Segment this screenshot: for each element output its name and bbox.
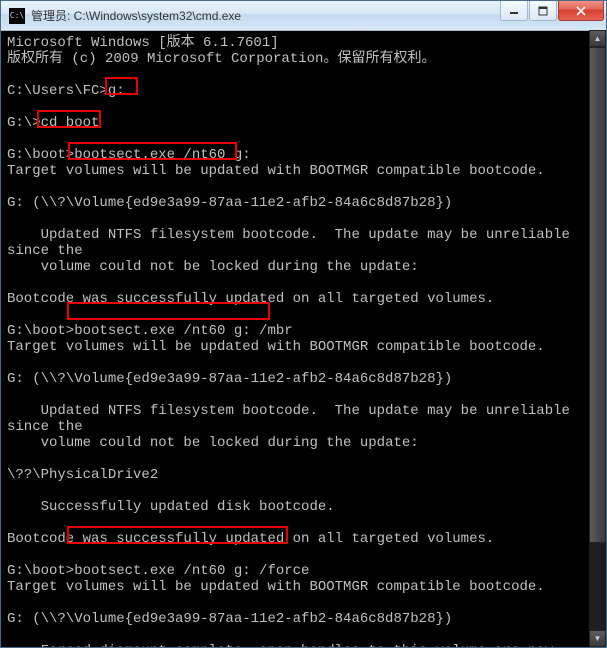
- terminal-line: Target volumes will be updated with BOOT…: [7, 579, 606, 595]
- minimize-button[interactable]: [500, 1, 528, 21]
- terminal-line: [7, 515, 606, 531]
- terminal-line: [7, 67, 606, 83]
- terminal-line: [7, 387, 606, 403]
- terminal-line: Successfully updated disk bootcode.: [7, 499, 606, 515]
- terminal-line: [7, 131, 606, 147]
- terminal-line: G: (\\?\Volume{ed9e3a99-87aa-11e2-afb2-8…: [7, 371, 606, 387]
- titlebar[interactable]: C:\ 管理员: C:\Windows\system32\cmd.exe: [1, 1, 606, 31]
- vertical-scrollbar[interactable]: ▲ ▼: [589, 30, 606, 647]
- scroll-thumb[interactable]: [589, 47, 606, 543]
- terminal-line: Updated NTFS filesystem bootcode. The up…: [7, 227, 606, 259]
- terminal-line: [7, 211, 606, 227]
- terminal-line: C:\Users\FC>g:: [7, 83, 606, 99]
- terminal-line: G:\boot>bootsect.exe /nt60 g: /force: [7, 563, 606, 579]
- terminal-line: [7, 627, 606, 643]
- close-button[interactable]: [558, 1, 604, 21]
- terminal-line: Target volumes will be updated with BOOT…: [7, 339, 606, 355]
- window-title: 管理员: C:\Windows\system32\cmd.exe: [31, 7, 499, 24]
- terminal-output[interactable]: Microsoft Windows [版本 6.1.7601]版权所有 (c) …: [1, 31, 606, 647]
- scroll-up-button[interactable]: ▲: [589, 30, 606, 47]
- window-controls: [499, 1, 604, 21]
- terminal-line: Forced dismount complete, open handles t…: [7, 643, 606, 647]
- scroll-track[interactable]: [589, 47, 606, 630]
- terminal-line: G: (\\?\Volume{ed9e3a99-87aa-11e2-afb2-8…: [7, 611, 606, 627]
- terminal-line: [7, 355, 606, 371]
- terminal-line: [7, 307, 606, 323]
- terminal-line: [7, 275, 606, 291]
- terminal-line: \??\PhysicalDrive2: [7, 467, 606, 483]
- terminal-line: Microsoft Windows [版本 6.1.7601]: [7, 35, 606, 51]
- terminal-line: [7, 547, 606, 563]
- terminal-line: [7, 179, 606, 195]
- maximize-button[interactable]: [529, 1, 557, 21]
- terminal-line: Bootcode was successfully updated on all…: [7, 291, 606, 307]
- terminal-line: volume could not be locked during the up…: [7, 259, 606, 275]
- app-icon: C:\: [9, 8, 25, 24]
- terminal-line: Target volumes will be updated with BOOT…: [7, 163, 606, 179]
- terminal-line: G: (\\?\Volume{ed9e3a99-87aa-11e2-afb2-8…: [7, 195, 606, 211]
- terminal-line: volume could not be locked during the up…: [7, 435, 606, 451]
- terminal-line: G:\>cd boot: [7, 115, 606, 131]
- terminal-line: G:\boot>bootsect.exe /nt60 g: /mbr: [7, 323, 606, 339]
- terminal-line: [7, 595, 606, 611]
- cmd-window: C:\ 管理员: C:\Windows\system32\cmd.exe Mic…: [0, 0, 607, 648]
- terminal-line: [7, 99, 606, 115]
- terminal-line: [7, 483, 606, 499]
- terminal-line: [7, 451, 606, 467]
- terminal-line: G:\boot>bootsect.exe /nt60 g:: [7, 147, 606, 163]
- terminal-line: Bootcode was successfully updated on all…: [7, 531, 606, 547]
- terminal-line: 版权所有 (c) 2009 Microsoft Corporation。保留所有…: [7, 51, 606, 67]
- terminal-line: Updated NTFS filesystem bootcode. The up…: [7, 403, 606, 435]
- scroll-down-button[interactable]: ▼: [589, 630, 606, 647]
